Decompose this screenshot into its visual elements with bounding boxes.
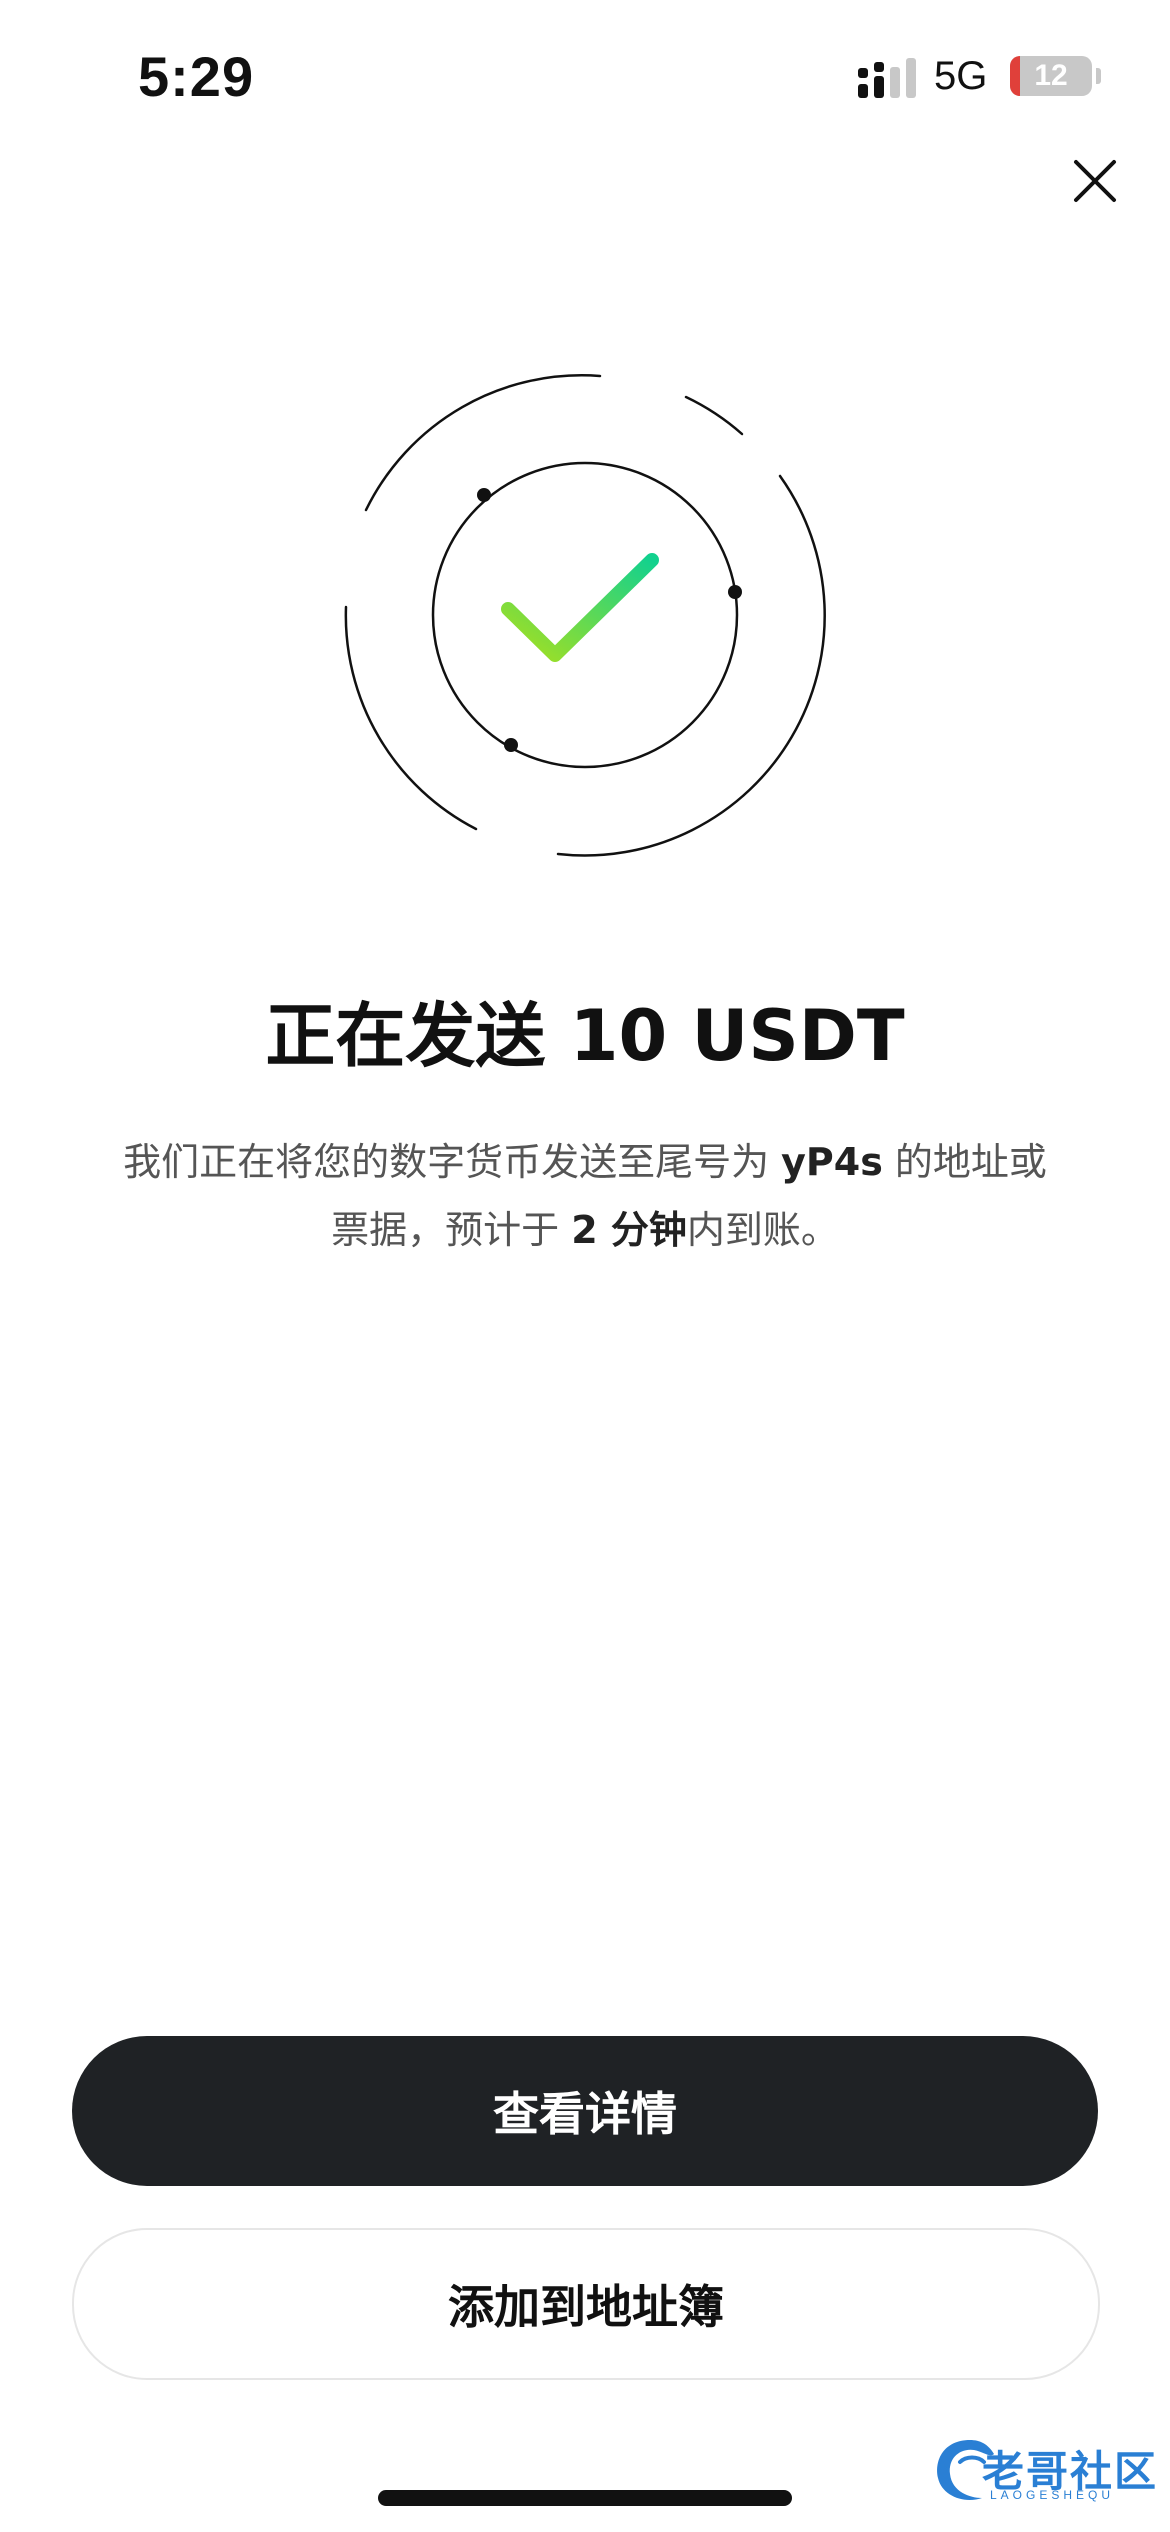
- orbit-dot: [504, 738, 518, 752]
- status-bar: 5:29 5G 12: [0, 0, 1170, 160]
- battery-cap: [1096, 68, 1101, 84]
- success-illustration: [344, 374, 826, 857]
- description-part3: 内到账。: [686, 1208, 839, 1252]
- inner-ring: [431, 461, 739, 769]
- address-suffix: yP4s: [781, 1140, 883, 1184]
- view-details-button[interactable]: 查看详情: [72, 2036, 1098, 2186]
- orbit-dot: [728, 585, 742, 599]
- watermark: 老哥社区 LAOGESHEQU: [930, 2432, 1160, 2512]
- outer-ring: [344, 374, 826, 857]
- battery-icon: 12: [1010, 56, 1092, 96]
- title-prefix: 正在发送: [265, 995, 570, 1077]
- title-amount: 10 USDT: [569, 995, 905, 1077]
- close-icon: [1074, 160, 1116, 202]
- close-button[interactable]: [1060, 146, 1130, 216]
- battery-level: 12: [1034, 59, 1068, 92]
- watermark-subtext: LAOGESHEQU: [990, 2488, 1115, 2502]
- eta: 2 分钟: [571, 1208, 687, 1252]
- check-icon: [501, 553, 659, 662]
- description-part1: 我们正在将您的数字货币发送至尾号为: [123, 1140, 782, 1184]
- page-title: 正在发送 10 USDT: [0, 980, 1170, 1081]
- orbit-dot: [477, 488, 491, 502]
- network-type: 5G: [934, 54, 988, 98]
- add-to-address-book-button[interactable]: 添加到地址簿: [72, 2228, 1100, 2380]
- transfer-description: 我们正在将您的数字货币发送至尾号为 yP4s 的地址或票据，预计于 2 分钟内到…: [110, 1128, 1060, 1264]
- status-time: 5:29: [138, 45, 255, 108]
- home-indicator[interactable]: [378, 2490, 792, 2506]
- cellular-signal-icon: [858, 58, 916, 98]
